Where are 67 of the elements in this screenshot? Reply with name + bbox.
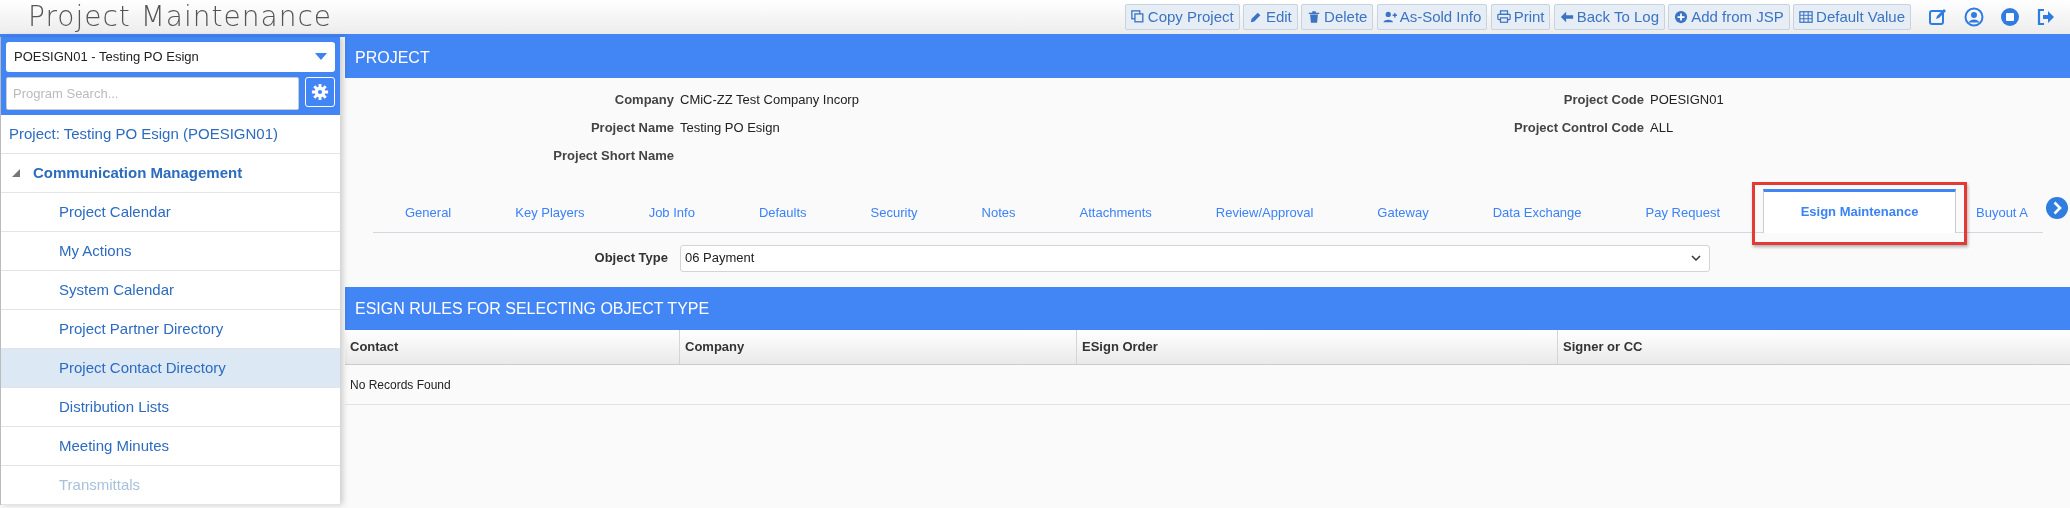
chevron-right-icon[interactable] [2046, 197, 2068, 219]
settings-button[interactable] [305, 77, 335, 107]
grid-icon [1799, 10, 1814, 24]
tree-item[interactable]: System Calendar [1, 271, 340, 310]
edit-icon[interactable] [1928, 7, 1948, 27]
arrow-left-icon [1559, 10, 1574, 24]
tab[interactable]: Defaults [726, 202, 839, 232]
column-header: Company [680, 330, 1077, 364]
tab[interactable]: Notes [949, 202, 1048, 232]
column-header: Signer or CC [1562, 338, 1644, 357]
section-header: ESIGN RULES FOR SELECTING OBJECT TYPE [345, 287, 2070, 330]
tab[interactable]: Attachments [1047, 202, 1184, 232]
gear-icon [311, 83, 329, 101]
section-header: PROJECT [345, 37, 2070, 78]
field-label: Company [613, 91, 675, 109]
trash-icon [1307, 10, 1322, 24]
chevron-down-icon [1691, 254, 1701, 262]
toolbar-button[interactable]: Edit [1242, 4, 1298, 30]
toolbar-button[interactable]: Back To Log [1553, 4, 1665, 30]
sign-out-icon[interactable] [2036, 7, 2056, 27]
column-header: ESign Order [1077, 330, 1558, 364]
empty-message: No Records Found [345, 365, 2070, 405]
caret-icon [315, 53, 327, 61]
column-header: Contact [345, 330, 680, 364]
field-label: Project Code [1562, 91, 1645, 109]
tab[interactable]: Key Players [483, 202, 617, 232]
pencil-icon [1248, 10, 1263, 24]
field-value: Testing PO Esign [680, 119, 781, 137]
field-value: CMiC-ZZ Test Company Incorp [680, 91, 860, 109]
tab[interactable]: Security [838, 202, 950, 232]
field-label: Object Type [593, 249, 669, 268]
field-label: Project Control Code [1513, 119, 1645, 137]
tree-group[interactable]: Communication Management [1, 154, 340, 193]
toolbar-button[interactable]: Add from JSP [1668, 4, 1790, 30]
user-plus-icon [1382, 10, 1397, 24]
tab[interactable]: Gateway [1345, 202, 1461, 232]
toolbar-button[interactable]: Copy Project [1124, 4, 1240, 30]
tab[interactable]: Job Info [616, 202, 727, 232]
field-label: Project Name [589, 119, 675, 137]
toolbar-button[interactable]: Delete [1301, 4, 1374, 30]
tab[interactable]: Review/Approval [1183, 202, 1346, 232]
copy-icon [1130, 10, 1145, 24]
tab[interactable]: Data Exchange [1460, 202, 1614, 232]
tab[interactable]: Buyout A [1967, 202, 2029, 232]
user-icon[interactable] [1964, 7, 1984, 27]
toolbar-button[interactable]: Default Value [1793, 4, 1911, 30]
tree-item[interactable]: Meeting Minutes [1, 427, 340, 466]
tree-item[interactable]: Project Contact Directory [1, 349, 340, 388]
app-title: Project Maintenance [27, 3, 333, 31]
project-link[interactable]: Project: Testing PO Esign (POESIGN01) [1, 115, 340, 154]
tab[interactable]: Esign Maintenance [1763, 188, 1956, 233]
tab[interactable]: Pay Request [1613, 202, 1752, 232]
tree-item[interactable]: Distribution Lists [1, 388, 340, 427]
plus-circle-icon [1674, 10, 1689, 24]
field-value: POESIGN01 [1650, 91, 1725, 109]
field-label: Project Short Name [552, 147, 675, 165]
tree-item[interactable]: Project Calendar [1, 193, 340, 232]
search-field[interactable]: Program Search... [6, 77, 299, 110]
object-type-dropdown[interactable]: 06 Payment [680, 244, 1710, 272]
project-dropdown[interactable]: POESIGN01 - Testing PO Esign [6, 42, 335, 72]
toolbar-button[interactable]: Print [1490, 4, 1551, 30]
stop-icon[interactable] [2000, 7, 2020, 27]
tree-item[interactable]: My Actions [1, 232, 340, 271]
printer-icon [1496, 10, 1511, 24]
tab[interactable]: General [373, 202, 484, 232]
toolbar-button[interactable]: As-Sold Info [1376, 4, 1488, 30]
field-value: ALL [1650, 119, 1675, 137]
